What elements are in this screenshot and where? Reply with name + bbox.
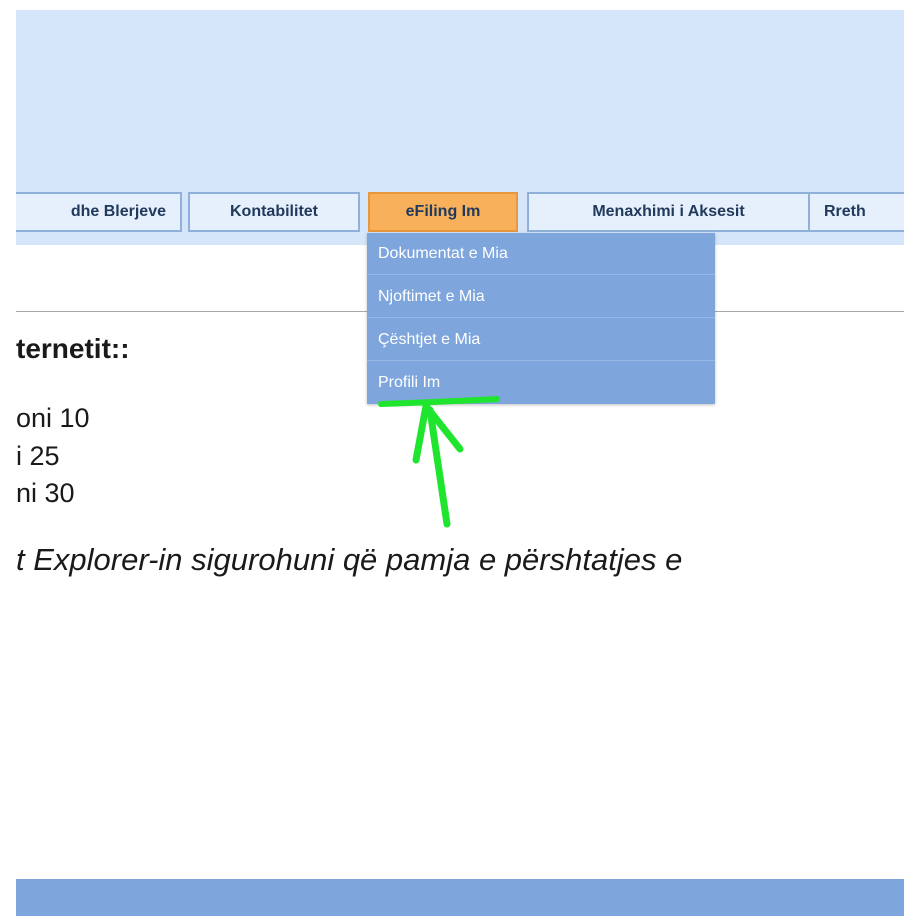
tab-about[interactable]: Rreth: [808, 192, 904, 232]
tab-efiling[interactable]: eFiling Im: [368, 192, 518, 232]
header-banner: [16, 10, 904, 180]
section-heading: ternetit::: [16, 333, 130, 364]
browser-version-line: i 25: [16, 441, 60, 471]
menu-item-my-notifications[interactable]: Njoftimet e Mia: [367, 276, 715, 318]
menu-item-my-documents[interactable]: Dokumentat e Mia: [367, 233, 715, 275]
explorer-note: t Explorer-in sigurohuni që pamja e përs…: [16, 542, 683, 577]
browser-version-line: oni 10: [16, 403, 90, 433]
tab-accounting[interactable]: Kontabilitet: [188, 192, 360, 232]
tab-purchases[interactable]: dhe Blerjeve: [16, 192, 182, 232]
tab-access-management[interactable]: Menaxhimi i Aksesit: [527, 192, 810, 232]
annotation-arrow-shaft: [426, 406, 451, 528]
annotation-arrow-head: [412, 402, 464, 464]
browser-version-line: ni 30: [16, 478, 75, 508]
efiling-dropdown-menu: Dokumentat e Mia Njoftimet e Mia Çështje…: [367, 233, 715, 404]
menu-item-my-profile[interactable]: Profili Im: [367, 362, 715, 404]
footer-bar: [16, 879, 904, 916]
menu-item-my-issues[interactable]: Çështjet e Mia: [367, 319, 715, 361]
